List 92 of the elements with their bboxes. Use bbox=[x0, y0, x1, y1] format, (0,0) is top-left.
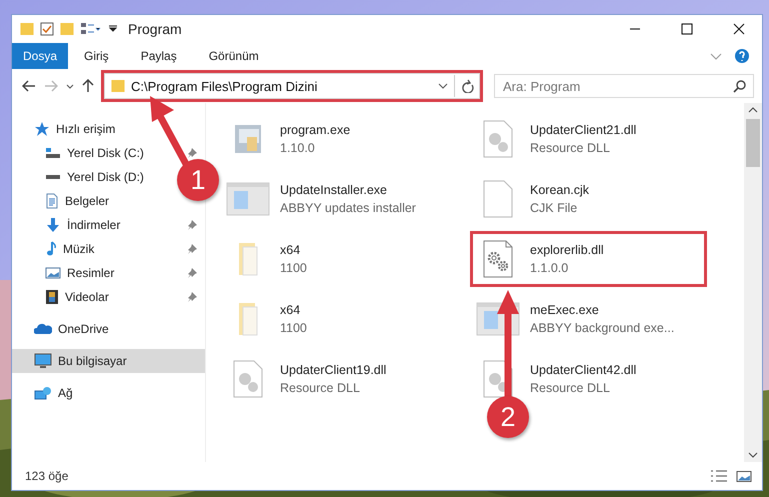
properties-icon bbox=[80, 22, 102, 36]
file-name[interactable]: UpdaterClient19.dll bbox=[280, 363, 386, 377]
item-count: 123 öğe bbox=[25, 469, 68, 483]
file-detail: Resource DLL bbox=[280, 381, 361, 395]
sidebar-item-label: Resimler bbox=[67, 266, 114, 280]
address-path: C:\Program Files\Program Dizini bbox=[131, 78, 318, 94]
file-detail: 1100 bbox=[280, 261, 307, 275]
sidebar-item-label: OneDrive bbox=[58, 322, 109, 336]
help-icon[interactable] bbox=[734, 48, 750, 64]
sidebar-item-label: Hızlı erişim bbox=[56, 122, 116, 136]
blank-file-icon bbox=[483, 180, 513, 218]
file-detail: ABBYY updates installer bbox=[280, 201, 416, 215]
sidebar-item[interactable]: Yerel Disk (D:) bbox=[12, 165, 152, 189]
settings-file-icon bbox=[233, 360, 263, 398]
document-icon bbox=[45, 193, 59, 209]
file-name[interactable]: UpdaterClient21.dll bbox=[530, 123, 636, 137]
folder-icon bbox=[60, 23, 74, 35]
file-name[interactable]: explorerlib.dll bbox=[530, 243, 604, 257]
sidebar-item-label: Belgeler bbox=[65, 194, 110, 208]
file-name[interactable]: UpdaterClient42.dll bbox=[530, 363, 636, 377]
file-name[interactable]: meExec.exe bbox=[530, 303, 674, 317]
chevron-down-icon[interactable] bbox=[438, 83, 448, 89]
folder-icon bbox=[111, 80, 125, 92]
dropdown-icon bbox=[108, 25, 118, 33]
sidebar-item-label: Ağ bbox=[58, 386, 73, 400]
up-arrow-icon[interactable] bbox=[82, 79, 94, 93]
folder-icon bbox=[20, 23, 34, 35]
refresh-icon[interactable] bbox=[461, 79, 475, 93]
settings-file-icon bbox=[483, 120, 513, 158]
scrollbar[interactable] bbox=[744, 103, 762, 462]
film-icon bbox=[45, 289, 59, 305]
arrow bbox=[150, 96, 190, 168]
details-view-icon[interactable] bbox=[710, 470, 728, 482]
sidebar-item-label: Müzik bbox=[63, 242, 94, 256]
file-detail: Resource DLL bbox=[530, 141, 611, 155]
checklist-icon bbox=[40, 22, 54, 36]
address-field[interactable]: C:\Program Files\Program Dizini bbox=[104, 73, 480, 99]
sidebar-item[interactable]: OneDrive bbox=[12, 317, 117, 341]
drive-icon bbox=[45, 148, 61, 158]
download-icon bbox=[45, 217, 61, 233]
drive-icon bbox=[45, 174, 61, 180]
image-icon bbox=[45, 267, 61, 279]
close-icon bbox=[733, 23, 745, 35]
file-detail: 1.10.0 bbox=[280, 141, 316, 155]
large-icons-view-icon[interactable] bbox=[736, 470, 752, 482]
file-name[interactable]: x64 bbox=[280, 243, 307, 257]
file-detail: Resource DLL bbox=[530, 381, 611, 395]
sidebar-item[interactable]: Belgeler bbox=[12, 189, 118, 213]
sidebar-item[interactable]: Hızlı erişim bbox=[12, 117, 124, 141]
file-detail: CJK File bbox=[530, 201, 578, 215]
search-field[interactable]: Ara: Program bbox=[494, 74, 754, 98]
sidebar-item[interactable]: İndirmeler bbox=[12, 213, 205, 237]
folder-icon bbox=[238, 242, 258, 276]
sidebar-item-label: Videolar bbox=[65, 290, 109, 304]
cloud-icon bbox=[34, 322, 52, 336]
music-note-icon bbox=[45, 241, 57, 257]
file-name[interactable]: UpdateInstaller.exe bbox=[280, 183, 416, 197]
ribbon-tab[interactable]: Görünüm bbox=[192, 43, 275, 69]
maximize-icon bbox=[681, 23, 693, 35]
sidebar-item[interactable]: Resimler bbox=[12, 261, 205, 285]
program-window-icon bbox=[226, 182, 270, 216]
file-tab[interactable]: Dosya bbox=[12, 43, 68, 69]
network-icon bbox=[34, 386, 52, 400]
file-detail: ABBYY background exe... bbox=[530, 321, 674, 335]
sidebar-item-label: Yerel Disk (C:) bbox=[67, 146, 144, 160]
search-icon[interactable] bbox=[733, 79, 747, 93]
window-title: Program bbox=[128, 21, 182, 37]
application-icon bbox=[234, 124, 262, 154]
computer-icon bbox=[34, 353, 52, 369]
file-detail: 1.1.0.0 bbox=[530, 261, 570, 275]
file-detail: 1100 bbox=[280, 321, 307, 335]
file-name[interactable]: x64 bbox=[280, 303, 307, 317]
back-arrow-icon[interactable] bbox=[22, 80, 36, 92]
sidebar-item-label: İndirmeler bbox=[67, 218, 120, 232]
ribbon-tab[interactable]: Paylaş bbox=[124, 43, 193, 69]
scrollbar-thumb[interactable] bbox=[746, 119, 760, 167]
scroll-down-icon[interactable] bbox=[748, 452, 758, 458]
ribbon-tab[interactable]: Giriş bbox=[68, 43, 125, 69]
folder-icon bbox=[238, 302, 258, 336]
sidebar-item[interactable]: Müzik bbox=[12, 237, 205, 261]
sidebar-item[interactable]: Ağ bbox=[12, 381, 81, 405]
minimize-icon bbox=[630, 28, 640, 30]
file-name[interactable]: Korean.cjk bbox=[530, 183, 590, 197]
sidebar-item[interactable]: Bu bilgisayar bbox=[12, 349, 205, 373]
sidebar-item-label: Bu bilgisayar bbox=[58, 354, 127, 368]
sidebar-item-label: Yerel Disk (D:) bbox=[67, 170, 144, 184]
scroll-up-icon[interactable] bbox=[748, 107, 758, 113]
star-icon bbox=[34, 122, 50, 136]
file-name[interactable]: program.exe bbox=[280, 123, 350, 137]
sidebar-item[interactable]: Videolar bbox=[12, 285, 205, 309]
chevron-down-icon[interactable] bbox=[66, 84, 74, 88]
gear-file-icon bbox=[483, 240, 513, 278]
